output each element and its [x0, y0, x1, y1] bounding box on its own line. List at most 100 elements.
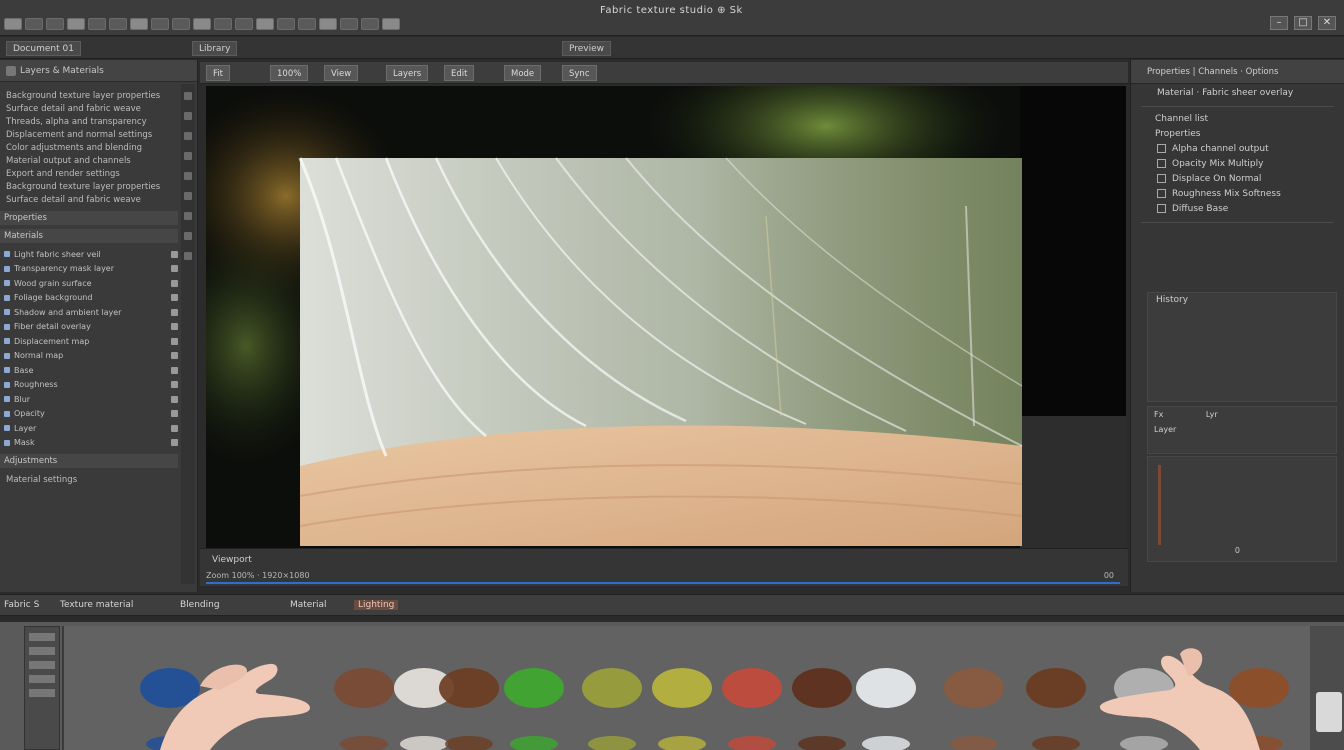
list-item[interactable]: Blur [0, 392, 178, 407]
fx-tab[interactable]: Fx [1154, 410, 1163, 419]
save-icon[interactable] [46, 18, 64, 30]
asset-swatch-red-ribbon[interactable] [722, 668, 782, 750]
visibility-icon[interactable] [171, 381, 178, 389]
asset-filter-icon[interactable] [29, 633, 55, 641]
asset-swatch-olive-cloth[interactable] [582, 668, 642, 750]
asset-swatch-pearl[interactable] [856, 668, 916, 750]
redo-icon[interactable] [88, 18, 106, 30]
grid-icon[interactable] [361, 18, 379, 30]
list-item[interactable]: Layer [0, 421, 178, 436]
history-heading[interactable]: History [1148, 293, 1336, 308]
lyr-tab[interactable]: Lyr [1206, 410, 1218, 419]
brush-icon[interactable] [172, 18, 190, 30]
zoom-icon[interactable] [256, 18, 274, 30]
visibility-icon[interactable] [171, 250, 178, 258]
visibility-icon[interactable] [171, 323, 178, 331]
asset-swatch-dark-wood[interactable] [792, 668, 852, 750]
asset-swatch-green-moss[interactable] [504, 668, 564, 750]
list-item[interactable]: Mask [0, 436, 178, 451]
settings-icon[interactable] [382, 18, 400, 30]
visibility-icon[interactable] [171, 352, 178, 360]
select-icon[interactable] [214, 18, 232, 30]
check-row[interactable]: Alpha channel output [1131, 142, 1344, 157]
check-row[interactable]: Opacity Mix Multiply [1131, 157, 1344, 172]
list-item[interactable]: Opacity [0, 407, 178, 422]
visibility-icon[interactable] [171, 279, 178, 287]
tab-preview[interactable]: Preview [562, 41, 612, 56]
visibility-icon[interactable] [171, 294, 178, 302]
list-item[interactable]: Shadow and ambient layer [0, 305, 178, 320]
sort-icon[interactable] [184, 192, 192, 200]
filter-icon[interactable] [184, 172, 192, 180]
new-file-icon[interactable] [4, 18, 22, 30]
zoom-button[interactable]: 100% [270, 65, 309, 81]
asset-swatch-leather[interactable] [944, 668, 1004, 750]
checkbox[interactable] [1157, 144, 1166, 153]
channel-list-heading[interactable]: Channel list [1131, 112, 1344, 127]
list-item[interactable]: Base [0, 363, 178, 378]
visibility-icon[interactable] [171, 337, 178, 345]
copy-icon[interactable] [130, 18, 148, 30]
delete-icon[interactable] [184, 252, 192, 260]
view-button[interactable]: View [324, 65, 359, 81]
viewport-canvas[interactable] [206, 86, 1126, 548]
open-icon[interactable] [25, 18, 43, 30]
list-item[interactable]: Normal map [0, 349, 178, 364]
asset-swatch-bark[interactable] [439, 668, 499, 750]
add-icon[interactable] [184, 232, 192, 240]
checkbox[interactable] [1157, 189, 1166, 198]
properties-heading[interactable]: Properties [1131, 127, 1344, 142]
eraser-icon[interactable] [193, 18, 211, 30]
layers-button[interactable]: Layers [386, 65, 429, 81]
folder-icon[interactable] [184, 212, 192, 220]
list-item[interactable]: Displacement map [0, 334, 178, 349]
checkbox[interactable] [1157, 204, 1166, 213]
eye-icon[interactable] [184, 112, 192, 120]
visibility-icon[interactable] [171, 395, 178, 403]
move-icon[interactable] [235, 18, 253, 30]
asset-sort-icon[interactable] [29, 647, 55, 655]
list-item[interactable]: Wood grain surface [0, 276, 178, 291]
tab-library[interactable]: Library [192, 41, 238, 56]
asset-preview-icon[interactable] [1316, 692, 1342, 732]
adjustments-section[interactable]: Adjustments [0, 454, 178, 468]
visibility-icon[interactable] [171, 424, 178, 432]
mode-button[interactable]: Mode [504, 65, 542, 81]
pin-icon[interactable] [184, 92, 192, 100]
asset-folder-icon[interactable] [29, 689, 55, 697]
sync-button[interactable]: Sync [562, 65, 597, 81]
list-item[interactable]: Fiber detail overlay [0, 320, 178, 335]
minimize-button[interactable]: – [1270, 16, 1288, 30]
visibility-icon[interactable] [171, 410, 178, 418]
edit-button[interactable]: Edit [444, 65, 475, 81]
tab-document[interactable]: Document 01 [6, 41, 81, 56]
lock-icon[interactable] [184, 132, 192, 140]
materials-section[interactable]: Materials [0, 229, 178, 243]
check-row[interactable]: Displace On Normal [1131, 172, 1344, 187]
asset-swatch-yellow-cloth[interactable] [652, 668, 712, 750]
list-item[interactable]: Light fabric sheer veil [0, 247, 178, 262]
visibility-icon[interactable] [171, 265, 178, 273]
paste-icon[interactable] [151, 18, 169, 30]
close-button[interactable]: ✕ [1318, 16, 1336, 30]
hand-tool-icon[interactable] [277, 18, 295, 30]
cut-icon[interactable] [109, 18, 127, 30]
right-panel-header[interactable]: Properties | Channels · Options [1131, 60, 1344, 84]
check-row[interactable]: Roughness Mix Softness [1131, 187, 1344, 202]
properties-section[interactable]: Properties [0, 211, 178, 225]
list-item[interactable]: Roughness [0, 378, 178, 393]
text-icon[interactable] [319, 18, 337, 30]
visibility-icon[interactable] [171, 439, 178, 447]
asset-grid-icon[interactable] [29, 661, 55, 669]
link-icon[interactable] [184, 152, 192, 160]
list-item[interactable]: Transparency mask layer [0, 262, 178, 277]
check-row[interactable]: Diffuse Base [1131, 202, 1344, 217]
checkbox[interactable] [1157, 159, 1166, 168]
layers-icon[interactable] [340, 18, 358, 30]
asset-swatch-brown-rock[interactable] [334, 668, 394, 750]
asset-swatch-walnut[interactable] [1026, 668, 1086, 750]
maximize-button[interactable]: □ [1294, 16, 1312, 30]
asset-list-icon[interactable] [29, 675, 55, 683]
fit-button[interactable]: Fit [206, 65, 230, 81]
checkbox[interactable] [1157, 174, 1166, 183]
